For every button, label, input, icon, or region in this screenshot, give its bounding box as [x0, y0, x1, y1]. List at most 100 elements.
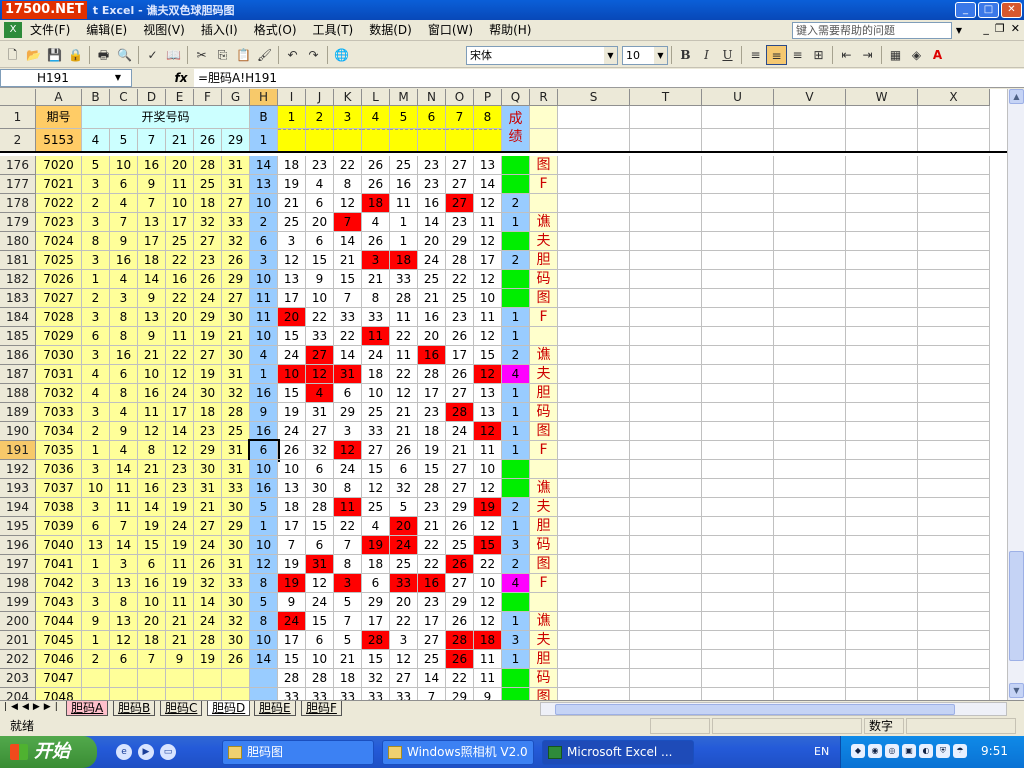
cell[interactable]: [918, 251, 990, 270]
cell[interactable]: [558, 593, 630, 612]
draw-number[interactable]: 17: [166, 213, 194, 232]
column-header-B[interactable]: B: [82, 89, 110, 106]
dan-cell[interactable]: 3: [278, 232, 306, 251]
header-slot-3[interactable]: 3: [334, 106, 362, 129]
dan-cell[interactable]: 29: [446, 498, 474, 517]
vertical-label-char[interactable]: 胆: [530, 650, 558, 669]
row-header[interactable]: 195: [0, 517, 36, 536]
column-header-K[interactable]: K: [334, 89, 362, 106]
draw-number[interactable]: [138, 669, 166, 688]
dan-cell[interactable]: 11: [474, 441, 502, 460]
dan-cell[interactable]: 31: [306, 403, 334, 422]
draw-number[interactable]: 13: [138, 308, 166, 327]
increase-indent-icon[interactable]: ⇥: [857, 45, 878, 65]
cell[interactable]: [846, 251, 918, 270]
draw-number[interactable]: 29: [194, 308, 222, 327]
cell[interactable]: [846, 384, 918, 403]
dan-cell[interactable]: 16: [390, 175, 418, 194]
vertical-label-char[interactable]: 夫: [530, 365, 558, 384]
paste-icon[interactable]: 📋: [233, 45, 254, 65]
cell[interactable]: [702, 365, 774, 384]
dan-cell[interactable]: 14: [418, 669, 446, 688]
draw-number[interactable]: 32: [194, 574, 222, 593]
blue-ball[interactable]: 1: [250, 365, 278, 384]
cell[interactable]: [918, 213, 990, 232]
draw-number[interactable]: 29: [222, 517, 250, 536]
cell[interactable]: [702, 612, 774, 631]
cell[interactable]: [774, 593, 846, 612]
cell[interactable]: [918, 517, 990, 536]
hit-cell[interactable]: 16: [418, 346, 446, 365]
dan-cell[interactable]: 14: [334, 232, 362, 251]
cell[interactable]: [630, 327, 702, 346]
draw-number[interactable]: 5: [82, 156, 110, 175]
format-painter-icon[interactable]: 🖌: [254, 45, 275, 65]
dan-cell[interactable]: 15: [362, 650, 390, 669]
cell[interactable]: [918, 631, 990, 650]
draw-number[interactable]: 3: [82, 213, 110, 232]
italic-button[interactable]: I: [696, 45, 717, 65]
dan-cell[interactable]: 27: [446, 574, 474, 593]
draw-number[interactable]: 2: [82, 289, 110, 308]
dan-cell[interactable]: 27: [362, 441, 390, 460]
hit-cell[interactable]: 24: [278, 612, 306, 631]
draw-number[interactable]: 8: [110, 308, 138, 327]
cell[interactable]: [918, 156, 990, 175]
hit-cell[interactable]: 12: [334, 441, 362, 460]
draw-number[interactable]: 2: [82, 194, 110, 213]
dan-cell[interactable]: 19: [278, 555, 306, 574]
dan-cell[interactable]: 20: [390, 593, 418, 612]
cell[interactable]: [918, 365, 990, 384]
menu-item[interactable]: 文件(F): [22, 20, 78, 40]
cell[interactable]: [774, 251, 846, 270]
cell[interactable]: [918, 650, 990, 669]
draw-number[interactable]: 8: [138, 441, 166, 460]
dan-cell[interactable]: 23: [418, 593, 446, 612]
draw-number[interactable]: 12: [166, 365, 194, 384]
dan-cell[interactable]: 28: [390, 289, 418, 308]
cell[interactable]: [306, 129, 334, 152]
dan-cell[interactable]: 23: [446, 213, 474, 232]
cell[interactable]: [702, 441, 774, 460]
draw-number[interactable]: 3: [82, 308, 110, 327]
draw-number[interactable]: 33: [222, 479, 250, 498]
name-box[interactable]: H191 ▼: [0, 69, 132, 87]
blue-ball[interactable]: 10: [250, 631, 278, 650]
column-header-R[interactable]: R: [530, 89, 558, 106]
dan-cell[interactable]: 19: [278, 175, 306, 194]
row-header[interactable]: 196: [0, 536, 36, 555]
draw-number[interactable]: 23: [194, 251, 222, 270]
dan-cell[interactable]: 8: [334, 479, 362, 498]
cell[interactable]: [846, 422, 918, 441]
dan-cell[interactable]: 28: [418, 365, 446, 384]
blue-ball[interactable]: 5: [250, 593, 278, 612]
draw-number[interactable]: 9: [138, 175, 166, 194]
vertical-label-char[interactable]: 图: [530, 422, 558, 441]
cell[interactable]: [630, 308, 702, 327]
bold-button[interactable]: B: [675, 45, 696, 65]
blue-ball[interactable]: 5: [250, 498, 278, 517]
draw-number[interactable]: 10: [138, 365, 166, 384]
result-cell[interactable]: 1: [502, 422, 530, 441]
draw-number[interactable]: 27: [194, 232, 222, 251]
draw-number[interactable]: 16: [138, 156, 166, 175]
header-last-blue[interactable]: 1: [250, 129, 278, 152]
result-cell[interactable]: [502, 270, 530, 289]
issue-number[interactable]: 7039: [36, 517, 82, 536]
vertical-label-char[interactable]: 图: [530, 555, 558, 574]
cell[interactable]: [918, 232, 990, 251]
row-header[interactable]: 201: [0, 631, 36, 650]
print-preview-icon[interactable]: 🔍: [114, 45, 135, 65]
draw-number[interactable]: 31: [222, 156, 250, 175]
cell[interactable]: [558, 631, 630, 650]
dan-cell[interactable]: 7: [334, 612, 362, 631]
draw-number[interactable]: 3: [82, 175, 110, 194]
menu-item[interactable]: 帮助(H): [481, 20, 539, 40]
sheet-tab[interactable]: 胆码E: [254, 701, 296, 716]
dan-cell[interactable]: 12: [474, 232, 502, 251]
decrease-indent-icon[interactable]: ⇤: [836, 45, 857, 65]
draw-number[interactable]: 6: [82, 517, 110, 536]
cell[interactable]: [918, 479, 990, 498]
cell[interactable]: [702, 213, 774, 232]
draw-number[interactable]: 6: [110, 365, 138, 384]
